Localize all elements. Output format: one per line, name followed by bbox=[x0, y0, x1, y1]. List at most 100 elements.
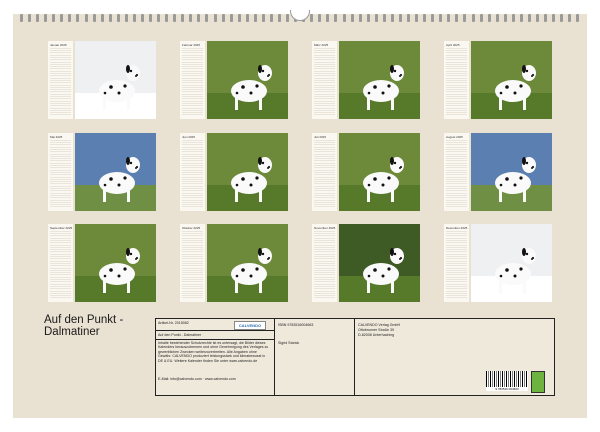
binding-ring bbox=[108, 14, 112, 22]
binding-ring bbox=[503, 14, 507, 22]
day-lines bbox=[446, 48, 467, 117]
dalmatian-photo bbox=[471, 224, 552, 302]
binding-ring bbox=[318, 14, 322, 22]
binding-ring bbox=[342, 14, 346, 22]
month-label: August 2025 bbox=[446, 135, 463, 139]
binding-ring bbox=[423, 14, 427, 22]
binding-ring bbox=[415, 14, 419, 22]
binding-ring bbox=[132, 14, 136, 22]
binding-ring bbox=[350, 14, 354, 22]
dalmatian-photo bbox=[339, 41, 420, 119]
binding-ring bbox=[527, 14, 531, 22]
binding-ring bbox=[261, 14, 265, 22]
binding-ring bbox=[253, 14, 257, 22]
binding-ring bbox=[237, 14, 241, 22]
month-tile: August 2025 bbox=[444, 133, 552, 211]
date-column: November 2025 bbox=[312, 224, 337, 302]
legal-text: Inhalte bestehender Schutzrechte ist es … bbox=[158, 341, 269, 363]
binding-ring bbox=[165, 14, 169, 22]
month-tile: Oktober 2025 bbox=[180, 224, 288, 302]
isbn: ISBN 9783516004663 bbox=[278, 323, 314, 327]
binding-ring bbox=[407, 14, 410, 22]
email-line: E-Mail: info@calvendo.com · www.calvendo… bbox=[158, 377, 236, 381]
month-label: Mai 2025 bbox=[50, 135, 63, 139]
month-tile: April 2025 bbox=[444, 41, 552, 119]
dalmatian-photo bbox=[471, 41, 552, 119]
binding-ring bbox=[149, 14, 152, 22]
date-column: Januar 2025 bbox=[48, 41, 73, 119]
binding-ring bbox=[326, 14, 330, 22]
day-lines bbox=[446, 231, 467, 300]
day-lines bbox=[314, 48, 335, 117]
day-lines bbox=[182, 48, 203, 117]
day-lines bbox=[314, 140, 335, 209]
binding-ring bbox=[463, 14, 467, 22]
date-column: Oktober 2025 bbox=[180, 224, 205, 302]
binding-ring bbox=[471, 14, 475, 22]
info-box: Artikel-Nr. 2015082 CALVENDO Auf den Pun… bbox=[155, 318, 555, 396]
date-column: Dezember 2025 bbox=[444, 224, 469, 302]
day-lines bbox=[182, 140, 203, 209]
dalmatian-photo bbox=[207, 133, 288, 211]
binding-ring bbox=[269, 14, 273, 22]
binding-ring bbox=[28, 14, 32, 22]
month-label: November 2025 bbox=[314, 226, 336, 230]
binding-ring bbox=[44, 14, 48, 22]
dalmatian-photo bbox=[339, 133, 420, 211]
binding-ring bbox=[286, 14, 290, 22]
eco-label-icon bbox=[531, 371, 545, 393]
date-column: Juni 2025 bbox=[180, 133, 205, 211]
binding-ring bbox=[197, 14, 201, 22]
binding-ring bbox=[536, 14, 539, 22]
binding-ring bbox=[552, 14, 556, 22]
month-label: April 2025 bbox=[446, 43, 460, 47]
publisher-line-3: D-82008 Unterhaching bbox=[358, 333, 395, 337]
binding-ring bbox=[36, 14, 40, 22]
binding-ring bbox=[245, 14, 249, 22]
month-tile: November 2025 bbox=[312, 224, 420, 302]
month-tile: Juli 2025 bbox=[312, 133, 420, 211]
date-column: März 2025 bbox=[312, 41, 337, 119]
binding-ring bbox=[495, 14, 499, 22]
binding-ring bbox=[487, 14, 491, 22]
binding-ring bbox=[157, 14, 161, 22]
month-tile: Juni 2025 bbox=[180, 133, 288, 211]
article-number: Artikel-Nr. 2015082 bbox=[158, 321, 189, 325]
date-column: Mai 2025 bbox=[48, 133, 73, 211]
binding-ring bbox=[205, 14, 209, 22]
month-tile: Dezember 2025 bbox=[444, 224, 552, 302]
binding-ring bbox=[544, 14, 548, 22]
binding-ring bbox=[189, 14, 193, 22]
month-tile: Mai 2025 bbox=[48, 133, 156, 211]
binding-ring bbox=[60, 14, 64, 22]
month-label: September 2025 bbox=[50, 226, 73, 230]
binding-ring bbox=[181, 14, 185, 22]
month-tile: September 2025 bbox=[48, 224, 156, 302]
month-label: Juli 2025 bbox=[314, 135, 327, 139]
month-label: März 2025 bbox=[314, 43, 329, 47]
day-lines bbox=[182, 231, 203, 300]
binding-ring bbox=[374, 14, 378, 22]
date-column: Februar 2025 bbox=[180, 41, 205, 119]
binding-ring bbox=[439, 14, 443, 22]
date-column: August 2025 bbox=[444, 133, 469, 211]
binding-ring bbox=[358, 14, 362, 22]
binding-ring bbox=[310, 14, 314, 22]
publisher-line-2: Ottobrunner Straße 39 bbox=[358, 328, 394, 332]
author: Sigrid Starick bbox=[278, 341, 300, 345]
day-lines bbox=[50, 231, 71, 300]
binding-ring bbox=[76, 14, 80, 22]
binding-ring bbox=[568, 14, 572, 22]
binding-ring bbox=[68, 14, 72, 22]
day-lines bbox=[314, 231, 335, 300]
dalmatian-photo bbox=[75, 41, 156, 119]
publisher-line-1: CALVENDO Verlag GmbH bbox=[358, 323, 401, 327]
binding-ring bbox=[455, 14, 459, 22]
day-lines bbox=[50, 48, 71, 117]
title-repeat: Auf den Punkt - Dalmatiner bbox=[158, 333, 202, 337]
binding-ring bbox=[124, 14, 128, 22]
barcode: 9 783516 004663 bbox=[486, 371, 528, 391]
calendar-title: Auf den Punkt - Dalmatiner bbox=[44, 314, 124, 338]
dalmatian-photo bbox=[75, 133, 156, 211]
binding-ring bbox=[221, 14, 225, 22]
